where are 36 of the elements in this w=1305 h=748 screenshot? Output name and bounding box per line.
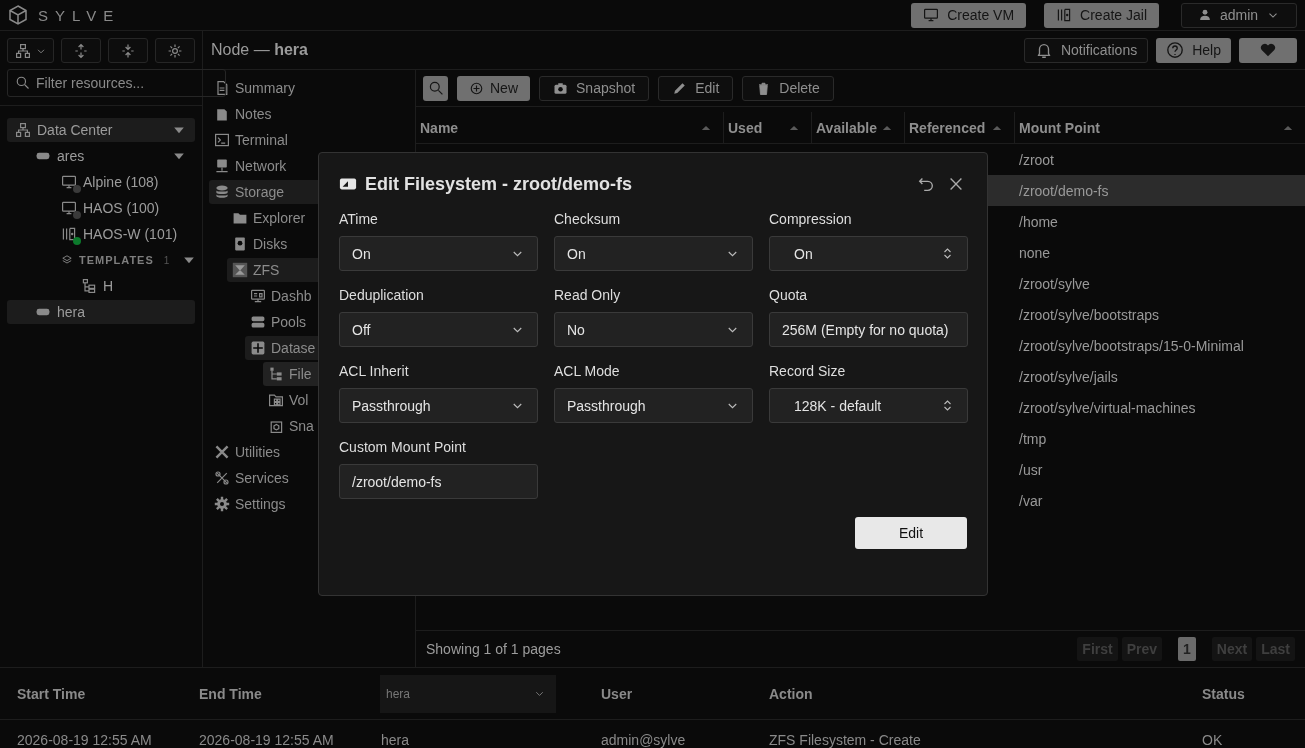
table-cell-text: /zroot/demo-fs bbox=[1018, 182, 1110, 199]
tree-label: ares bbox=[57, 148, 86, 164]
table-cell-text: OK bbox=[1202, 732, 1224, 748]
page-status: Showing 1 of 1 pages bbox=[426, 641, 562, 657]
table-cell-text: /zroot bbox=[1018, 151, 1055, 168]
tree-label: H bbox=[103, 278, 115, 294]
column-header: End Time bbox=[199, 685, 263, 702]
tree-label: hera bbox=[57, 304, 87, 320]
field-label: Read Only bbox=[554, 287, 622, 303]
field-label: Record Size bbox=[769, 363, 847, 379]
column-header: Start Time bbox=[17, 685, 87, 702]
tree-label: Data Center bbox=[37, 122, 114, 138]
table-cell-text: /var bbox=[1018, 492, 1044, 509]
table-cell-text: 2026-08-19 12:55 AM bbox=[17, 732, 153, 748]
table-cell-text: 2026-08-19 12:55 AM bbox=[199, 732, 335, 748]
field-label: Compression bbox=[769, 211, 853, 227]
field-label: Quota bbox=[769, 287, 809, 303]
tree-label: Alpine (108) bbox=[83, 174, 160, 190]
column-header: User bbox=[601, 685, 634, 702]
column-header: Action bbox=[769, 685, 814, 702]
column-header: Status bbox=[1202, 685, 1246, 702]
tree-label: HAOS-W (101) bbox=[83, 226, 179, 242]
field-label: Custom Mount Point bbox=[339, 439, 467, 455]
brand-name: SYLVE bbox=[38, 6, 121, 24]
field-label: ACL Mode bbox=[554, 363, 621, 379]
item-count: 1 bbox=[163, 254, 170, 266]
field-label: ACL Inherit bbox=[339, 363, 410, 379]
table-cell-text: admin@sylve bbox=[601, 732, 687, 748]
tree-label: TEMPLATES bbox=[79, 254, 154, 266]
table-cell-text: hera bbox=[381, 732, 411, 748]
field-label: Deduplication bbox=[339, 287, 425, 303]
page-title: Node — hera bbox=[211, 41, 308, 59]
table-cell-text: ZFS Filesystem - Create bbox=[769, 732, 922, 748]
field-label: ATime bbox=[339, 211, 379, 227]
tree-label: HAOS (100) bbox=[83, 200, 161, 216]
field-label: Checksum bbox=[554, 211, 622, 227]
